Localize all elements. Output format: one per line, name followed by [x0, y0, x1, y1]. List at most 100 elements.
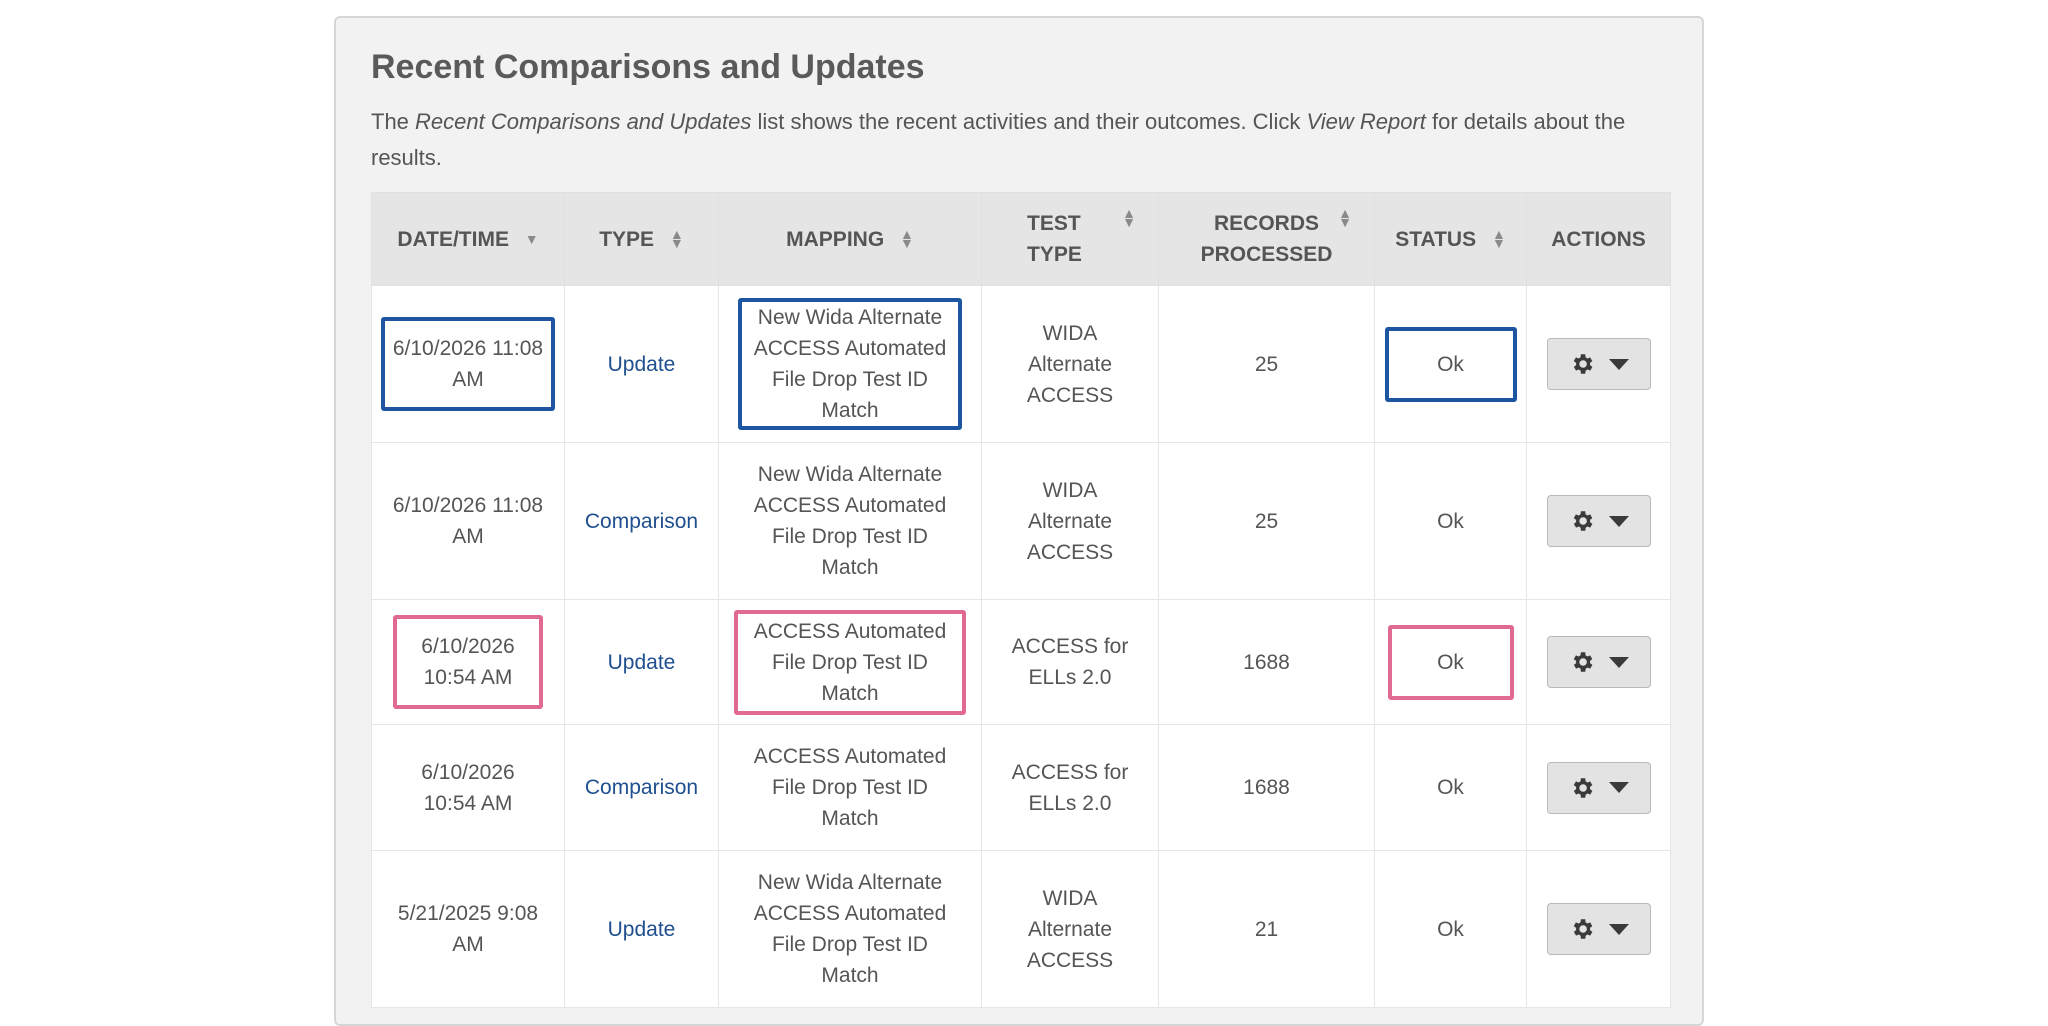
actions-dropdown-button[interactable]	[1546, 338, 1651, 390]
test-type-value-line: ACCESS	[1026, 948, 1114, 972]
actions-dropdown-button[interactable]	[1546, 495, 1651, 547]
test-type-value-line: WIDA	[1042, 321, 1098, 345]
cell-datetime: 6/10/2026 11:08 AM	[371, 442, 565, 600]
mapping-value-line: Match	[821, 681, 879, 705]
test-type-value-line: Alternate	[1027, 509, 1113, 533]
datetime-value-line: 6/10/2026	[421, 635, 515, 658]
mapping-value-line: ACCESS Automated	[753, 337, 947, 360]
cell-records: 1688	[1158, 724, 1375, 851]
records-value: 25	[1254, 352, 1279, 376]
table-row: 6/10/2026 10:54 AM Update ACCESS Automated F…	[371, 599, 1671, 725]
col-header-test-type[interactable]: TEST TYPE ▲ ▼	[981, 192, 1159, 286]
mapping-value-line: New Wida Alternate	[757, 871, 943, 894]
cell-test-type: WIDA Alternate ACCESS	[981, 850, 1159, 1008]
mapping-value-line: Match	[821, 807, 879, 830]
mapping-value-line: Match	[821, 964, 879, 987]
cell-records: 1688	[1158, 599, 1375, 725]
mapping-value: New Wida Alternate ACCESS Automated File D…	[754, 867, 947, 991]
datetime-value: 6/10/2026 10:54 AM	[393, 615, 543, 709]
col-header-status[interactable]: STATUS ▲ ▼	[1374, 192, 1527, 286]
chevron-down-icon	[1608, 923, 1629, 935]
type-link[interactable]: Update	[608, 353, 676, 376]
col-header-mapping-label: MAPPING	[786, 227, 885, 251]
records-line-2: PROCESSED	[1200, 243, 1333, 266]
status-value: Ok	[1437, 917, 1464, 941]
cell-test-type: WIDA Alternate ACCESS	[981, 442, 1159, 600]
col-header-datetime[interactable]: DATE/TIME ▼	[371, 192, 565, 286]
datetime-value-line: 6/10/2026	[421, 760, 515, 784]
col-header-records-label: RECORDS PROCESSED	[1201, 208, 1333, 270]
chevron-down-icon	[1608, 656, 1629, 668]
table-row: 6/10/2026 11:08 AM Comparison New Wida Alte…	[371, 442, 1671, 600]
col-header-datetime-label: DATE/TIME	[397, 227, 509, 251]
status-value: Ok	[1387, 624, 1514, 700]
recent-comparisons-panel: Recent Comparisons and Updates The Recen…	[334, 16, 1704, 1026]
mapping-value-line: ACCESS Automated	[753, 494, 947, 517]
col-header-actions-label: ACTIONS	[1551, 227, 1646, 251]
mapping-value-line: New Wida Alternate	[757, 463, 943, 486]
mapping-value-line: ACCESS Automated	[753, 902, 947, 925]
cell-datetime: 6/10/2026 10:54 AM	[371, 724, 565, 851]
cell-actions	[1526, 850, 1671, 1008]
status-value: Ok	[1437, 776, 1464, 799]
sort-icon: ▲ ▼	[900, 226, 914, 252]
cell-mapping: ACCESS Automated File Drop Test ID Match	[718, 724, 982, 851]
col-header-mapping[interactable]: MAPPING ▲ ▼	[718, 192, 982, 286]
status-value: Ok	[1384, 326, 1517, 402]
test-type-line-2: TYPE	[1027, 243, 1082, 266]
table-row: 5/21/2025 9:08 AM Update New Wida Alternate…	[371, 850, 1671, 1008]
status-value: Ok	[1437, 509, 1464, 533]
test-type-line-1: TEST	[1027, 212, 1081, 235]
mapping-value-line: File Drop Test ID	[771, 650, 928, 674]
actions-dropdown-button[interactable]	[1546, 636, 1651, 688]
cell-test-type: ACCESS for ELLs 2.0	[981, 599, 1159, 725]
records-value: 1688	[1243, 776, 1290, 799]
test-type-value-line: ACCESS for	[1011, 760, 1129, 784]
cell-actions	[1526, 599, 1671, 725]
datetime-value-line: 6/10/2026 11:08	[392, 494, 544, 517]
chevron-down-icon	[1608, 358, 1629, 370]
test-type-value-line: WIDA	[1042, 886, 1098, 910]
col-header-records[interactable]: RECORDS PROCESSED ▲ ▼	[1158, 192, 1375, 286]
gear-icon	[1573, 919, 1592, 939]
cell-records: 25	[1158, 442, 1375, 600]
sort-icon: ▲ ▼	[669, 226, 684, 252]
test-type-value-line: Alternate	[1027, 917, 1113, 941]
cell-test-type: WIDA Alternate ACCESS	[981, 285, 1159, 443]
desc-emphasis-view-report: View Report	[1306, 109, 1426, 134]
cell-status: Ok	[1374, 442, 1527, 600]
table-row: 6/10/2026 10:54 AM Comparison ACCESS Automa…	[371, 724, 1671, 851]
col-header-status-label: STATUS	[1395, 227, 1477, 251]
cell-status: Ok	[1374, 285, 1527, 443]
desc-text-2: list shows the recent activities and the…	[751, 109, 1307, 134]
type-link[interactable]: Comparison	[585, 776, 698, 799]
actions-dropdown-button[interactable]	[1546, 903, 1651, 955]
test-type-value-line: ELLs 2.0	[1028, 666, 1112, 689]
mapping-value-line: New Wida Alternate	[757, 306, 943, 329]
panel-title: Recent Comparisons and Updates	[371, 48, 925, 86]
datetime-value-line: AM	[452, 525, 484, 548]
col-header-type[interactable]: TYPE ▲ ▼	[564, 192, 719, 286]
type-link[interactable]: Update	[608, 651, 676, 674]
records-value: 1688	[1243, 650, 1290, 674]
test-type-value-line: ACCESS	[1026, 540, 1114, 564]
cell-actions	[1526, 285, 1671, 443]
test-type-value-line: ELLs 2.0	[1028, 791, 1112, 815]
gear-icon	[1573, 777, 1592, 798]
chevron-down-icon	[1608, 515, 1629, 527]
actions-dropdown-button[interactable]	[1546, 761, 1651, 814]
cell-type: Update	[564, 285, 719, 443]
cell-type: Comparison	[564, 724, 719, 851]
cell-actions	[1526, 724, 1671, 851]
type-link[interactable]: Comparison	[585, 510, 698, 533]
gear-icon	[1573, 511, 1592, 531]
cell-status: Ok	[1374, 599, 1527, 725]
sort-icon: ▲ ▼	[1491, 226, 1506, 252]
type-link[interactable]: Update	[608, 918, 676, 941]
datetime-value: 6/10/2026 11:08 AM	[393, 490, 543, 552]
mapping-value-line: File Drop Test ID	[771, 933, 928, 956]
datetime-value: 6/10/2026 11:08 AM	[380, 317, 556, 411]
cell-type: Update	[564, 850, 719, 1008]
datetime-value-line: 10:54 AM	[423, 791, 513, 815]
mapping-value-line: File Drop Test ID	[771, 525, 928, 548]
